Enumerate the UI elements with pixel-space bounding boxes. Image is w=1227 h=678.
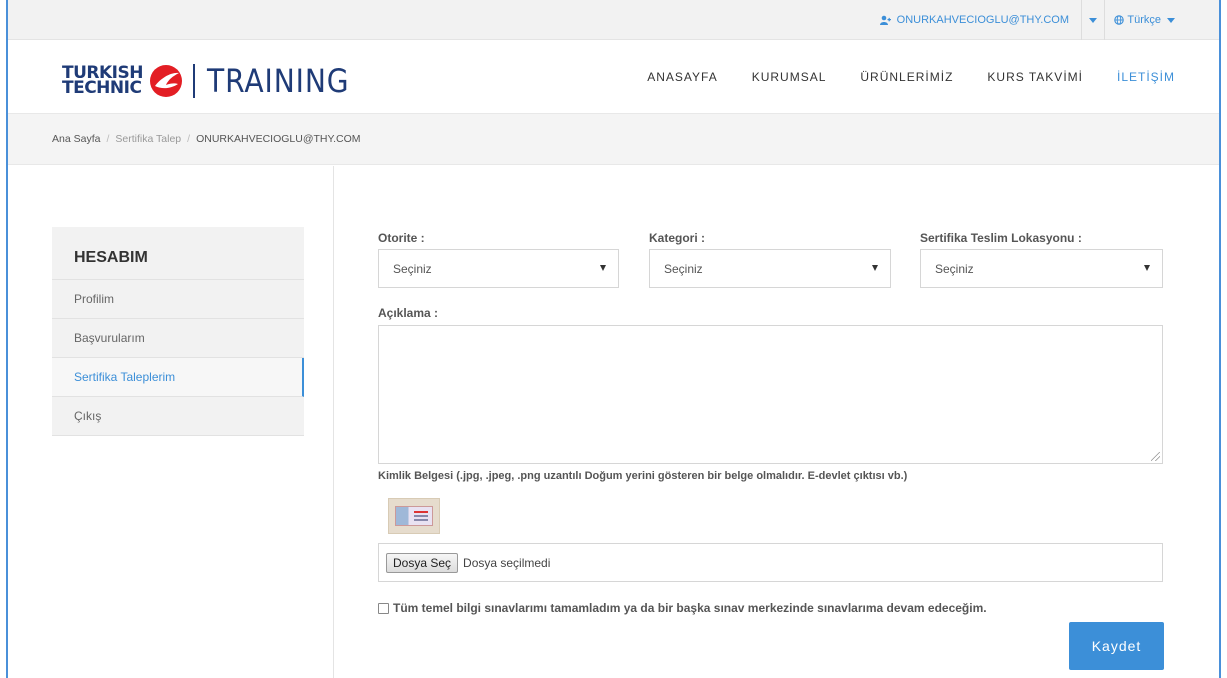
checkbox-label: Tüm temel bilgi sınavlarımı tamamladım y… bbox=[393, 601, 987, 615]
brand-wordmark: TURKISH TECHNIC bbox=[62, 65, 143, 98]
sidebar-title: HESABIM bbox=[52, 227, 304, 280]
user-icon bbox=[879, 15, 891, 25]
nav-item-urunlerimiz[interactable]: ÜRÜNLERİMİZ bbox=[860, 70, 953, 84]
brand-line2: TECHNIC bbox=[62, 78, 142, 98]
globe-icon bbox=[1114, 15, 1125, 25]
breadcrumb-separator: / bbox=[106, 133, 110, 145]
sidebar-item-profilim[interactable]: Profilim bbox=[52, 280, 304, 319]
sidebar-item-basvurularim[interactable]: Başvurularım bbox=[52, 319, 304, 358]
account-sidebar: HESABIM Profilim Başvurularım Sertifika … bbox=[52, 227, 304, 436]
chevron-down-icon bbox=[872, 265, 878, 271]
exam-confirmation-checkbox[interactable]: Tüm temel bilgi sınavlarımı tamamladım y… bbox=[378, 601, 987, 615]
breadcrumb-home[interactable]: Ana Sayfa bbox=[52, 133, 100, 145]
save-button[interactable]: Kaydet bbox=[1069, 622, 1164, 670]
lokasyon-value: Seçiniz bbox=[935, 261, 974, 276]
aciklama-textarea[interactable] bbox=[378, 325, 1163, 464]
sidebar-item-cikis[interactable]: Çıkış bbox=[52, 397, 304, 436]
caret-down-icon bbox=[1167, 17, 1175, 23]
checkbox-icon[interactable] bbox=[378, 602, 389, 614]
language-selector[interactable]: Türkçe bbox=[1114, 0, 1175, 40]
site-header: TURKISH TECHNIC TRAINING ANASAYFA KURUMS… bbox=[8, 40, 1219, 113]
otorite-label: Otorite : bbox=[378, 231, 425, 245]
chevron-down-icon bbox=[1144, 265, 1150, 271]
language-label: Türkçe bbox=[1127, 14, 1161, 26]
breadcrumb-separator: / bbox=[187, 133, 191, 145]
file-status: Dosya seçilmedi bbox=[463, 555, 551, 570]
kategori-value: Seçiniz bbox=[664, 261, 703, 276]
browser-frame: ONURKAHVECIOGLU@THY.COM Türkçe TURKISH T… bbox=[6, 0, 1221, 678]
kimlik-label: Kimlik Belgesi (.jpg, .jpeg, .png uzantı… bbox=[378, 470, 908, 482]
user-email: ONURKAHVECIOGLU@THY.COM bbox=[896, 14, 1069, 26]
user-dropdown-toggle[interactable] bbox=[1081, 0, 1105, 40]
brand-logo[interactable]: TURKISH TECHNIC TRAINING bbox=[62, 62, 369, 100]
aciklama-label: Açıklama : bbox=[378, 306, 439, 320]
turkish-airlines-bird-icon bbox=[149, 65, 182, 97]
lokasyon-label: Sertifika Teslim Lokasyonu : bbox=[920, 231, 1082, 245]
nav-item-iletisim[interactable]: İLETİŞİM bbox=[1117, 70, 1175, 84]
file-upload-field[interactable]: Dosya Seç Dosya seçilmedi bbox=[378, 543, 1163, 582]
id-card-thumbnail bbox=[395, 506, 433, 526]
sidebar-item-sertifika-taleplerim[interactable]: Sertifika Taleplerim bbox=[52, 358, 304, 397]
user-menu[interactable]: ONURKAHVECIOGLU@THY.COM bbox=[879, 0, 1069, 40]
kimlik-preview-image[interactable] bbox=[388, 498, 440, 534]
kategori-label: Kategori : bbox=[649, 231, 706, 245]
caret-down-icon bbox=[1089, 17, 1097, 23]
otorite-value: Seçiniz bbox=[393, 261, 432, 276]
nav-item-kurs-takvimi[interactable]: KURS TAKVİMİ bbox=[987, 70, 1083, 84]
brand-product: TRAINING bbox=[206, 62, 350, 100]
resize-handle-icon[interactable] bbox=[1151, 452, 1160, 461]
top-bar: ONURKAHVECIOGLU@THY.COM Türkçe bbox=[8, 0, 1219, 40]
chevron-down-icon bbox=[600, 265, 606, 271]
lokasyon-select[interactable]: Seçiniz bbox=[920, 249, 1163, 288]
nav-item-anasayfa[interactable]: ANASAYFA bbox=[647, 70, 717, 84]
nav-item-kurumsal[interactable]: KURUMSAL bbox=[752, 70, 827, 84]
column-divider bbox=[333, 166, 334, 678]
kategori-select[interactable]: Seçiniz bbox=[649, 249, 891, 288]
otorite-select[interactable]: Seçiniz bbox=[378, 249, 619, 288]
main-nav: ANASAYFA KURUMSAL ÜRÜNLERİMİZ KURS TAKVİ… bbox=[647, 40, 1175, 113]
choose-file-button[interactable]: Dosya Seç bbox=[386, 552, 459, 573]
breadcrumb-section[interactable]: Sertifika Talep bbox=[115, 133, 181, 145]
brand-divider bbox=[192, 64, 195, 98]
breadcrumb-current: ONURKAHVECIOGLU@THY.COM bbox=[196, 133, 361, 145]
breadcrumb: Ana Sayfa / Sertifika Talep / ONURKAHVEC… bbox=[8, 113, 1219, 165]
